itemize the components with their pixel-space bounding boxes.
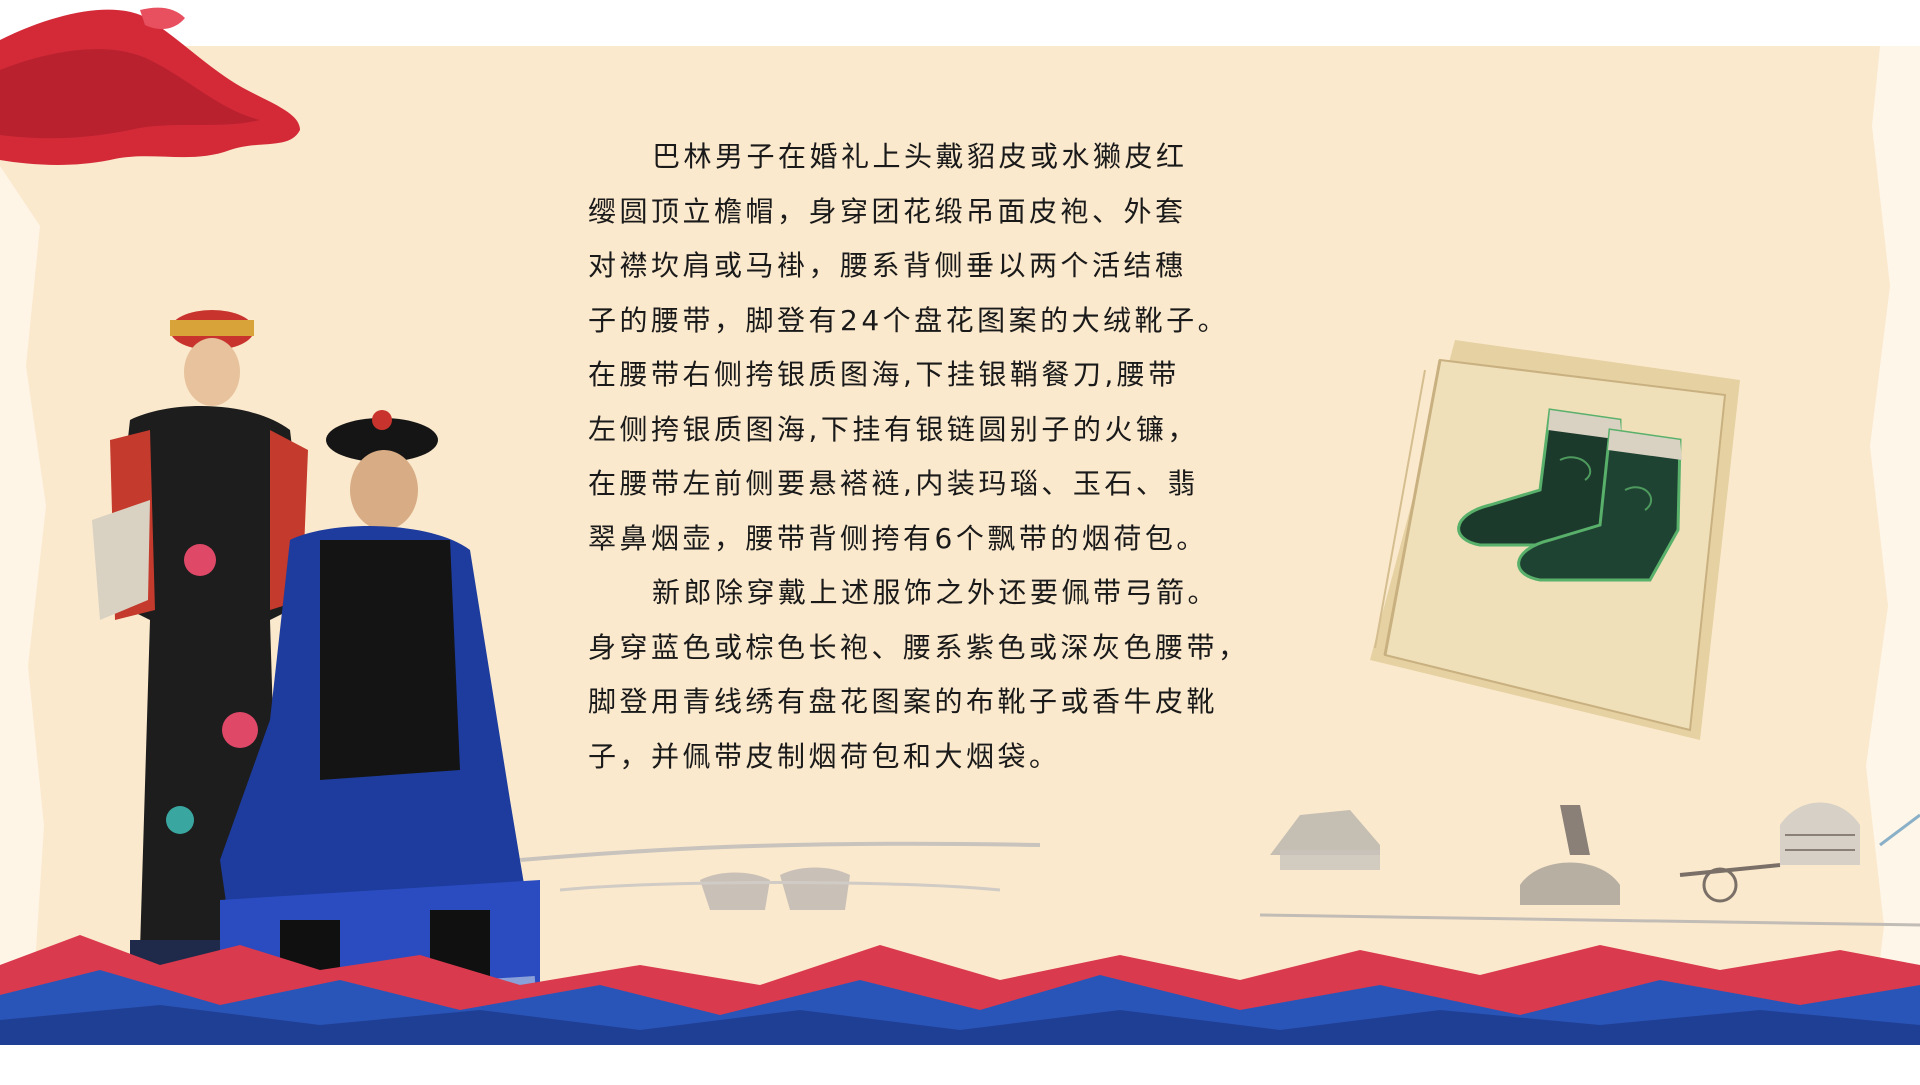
paragraph-1-line-5: 在腰带右侧挎银质图海,下挂银鞘餐刀,腰带 bbox=[588, 358, 1180, 391]
slide: 巴林男子在婚礼上头戴貂皮或水獭皮红 缨圆顶立檐帽，身穿团花缎吊面皮袍、外套 对襟… bbox=[0, 0, 1920, 1085]
yurt-and-herders-sketch bbox=[1260, 802, 1920, 927]
paragraph-2-line-2: 身穿蓝色或棕色长袍、腰系紫色或深灰色腰带， bbox=[588, 630, 1250, 664]
red-ribbon-decoration bbox=[0, 7, 300, 165]
paragraph-2-line-3: 脚登用青线绣有盘花图案的布靴子或香牛皮靴 bbox=[588, 685, 1219, 718]
paragraph-2-line-4: 子，并佩带皮制烟荷包和大烟袋。 bbox=[588, 739, 1061, 773]
paragraph-1-line-8: 翠鼻烟壶，腰带背侧挎有6个飘带的烟荷包。 bbox=[588, 521, 1208, 555]
book-boots-illustration bbox=[1370, 340, 1740, 740]
couple-traditional-costume-photo bbox=[92, 310, 540, 1020]
paragraph-1-line-3: 对襟坎肩或马褂，腰系背侧垂以两个活结穗 bbox=[588, 249, 1187, 282]
paragraph-2-line-1: 新郎除穿戴上述服饰之外还要佩带弓箭。 bbox=[652, 576, 1220, 609]
paragraph-1-line-4: 子的腰带，脚登有24个盘花图案的大绒靴子。 bbox=[588, 303, 1230, 337]
horses-sketch bbox=[520, 841, 1040, 910]
article-text: 巴林男子在婚礼上头戴貂皮或水獭皮红 缨圆顶立檐帽，身穿团花缎吊面皮袍、外套 对襟… bbox=[588, 130, 1308, 784]
paragraph-1-line-2: 缨圆顶立檐帽，身穿团花缎吊面皮袍、外套 bbox=[588, 194, 1187, 228]
paragraph-1-line-7: 在腰带左前侧要悬褡裢,内装玛瑙、玉石、翡 bbox=[588, 467, 1199, 500]
paragraph-1-line-6: 左侧挎银质图海,下挂有银链圆别子的火镰， bbox=[588, 412, 1199, 446]
watercolor-mountains bbox=[0, 935, 1920, 1045]
paragraph-1-line-1: 巴林男子在婚礼上头戴貂皮或水獭皮红 bbox=[652, 140, 1188, 173]
